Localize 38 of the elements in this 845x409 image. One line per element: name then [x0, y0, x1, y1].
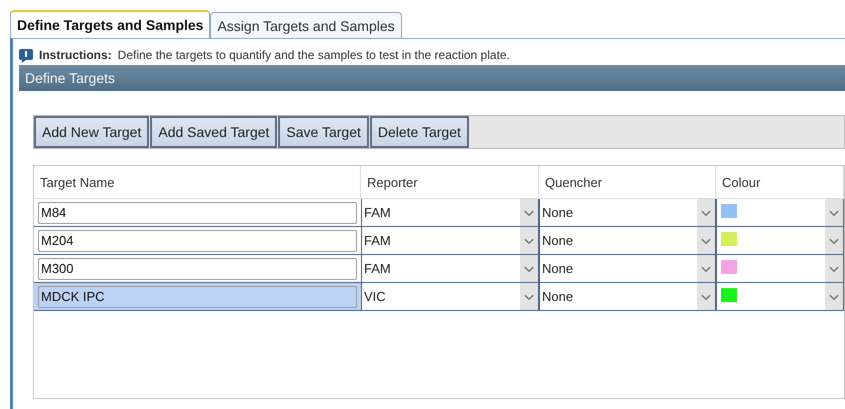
table-row-name[interactable]: M300: [34, 255, 361, 283]
toolbar-button[interactable]: Save Target: [278, 116, 369, 148]
toolbar-button[interactable]: Add Saved Target: [150, 116, 278, 148]
reporter-dropdown[interactable]: FAM: [362, 199, 538, 226]
target-name-field[interactable]: MDCK IPC: [38, 286, 357, 308]
caret-icon[interactable]: [825, 227, 843, 254]
caret-icon[interactable]: [825, 199, 843, 226]
caret-icon[interactable]: [697, 283, 715, 310]
caret-icon[interactable]: [520, 255, 538, 282]
caret-icon[interactable]: [825, 283, 843, 310]
reporter-dropdown[interactable]: VIC: [362, 283, 538, 310]
quencher-dropdown[interactable]: None: [540, 199, 715, 226]
caret-icon[interactable]: [520, 199, 538, 226]
target-name-field[interactable]: M300: [38, 258, 357, 280]
panel-title: Define Targets: [19, 65, 845, 91]
caret-icon[interactable]: [697, 255, 715, 282]
caret-icon[interactable]: [520, 227, 538, 254]
info-icon: [19, 48, 33, 62]
quencher-dropdown[interactable]: None: [540, 227, 715, 254]
quencher-dropdown[interactable]: None: [540, 255, 715, 282]
caret-icon[interactable]: [697, 199, 715, 226]
caret-icon[interactable]: [697, 227, 715, 254]
tab[interactable]: Assign Targets and Samples: [210, 12, 402, 38]
table-row-name[interactable]: M204: [34, 227, 361, 255]
caret-icon[interactable]: [520, 283, 538, 310]
toolbar-button[interactable]: Add New Target: [34, 116, 150, 148]
quencher-dropdown[interactable]: None: [540, 283, 715, 310]
reporter-dropdown[interactable]: FAM: [362, 227, 538, 254]
reporter-dropdown[interactable]: FAM: [362, 255, 538, 282]
instructions-label: Instructions:: [39, 48, 112, 62]
target-name-field[interactable]: M84: [38, 202, 357, 224]
target-name-field[interactable]: M204: [38, 230, 357, 252]
table-row-name[interactable]: MDCK IPC: [34, 283, 361, 311]
caret-icon[interactable]: [825, 255, 843, 282]
toolbar-button[interactable]: Delete Target: [370, 116, 469, 148]
instructions-text: Define the targets to quantify and the samples to test in the reaction plate.: [118, 48, 510, 62]
table-row-name[interactable]: M84: [34, 199, 361, 227]
tab[interactable]: Define Targets and Samples: [10, 10, 210, 38]
